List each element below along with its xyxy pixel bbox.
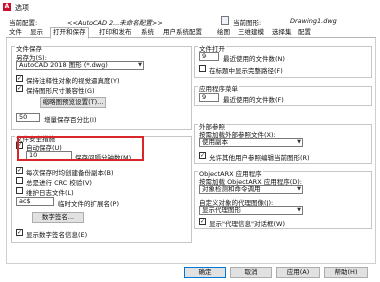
temp-extension-label: 临时文件的扩展名(P) <box>58 200 119 208</box>
chevron-down-icon: ▼ <box>297 139 301 145</box>
incremental-save-input[interactable]: 50 <box>16 113 40 122</box>
show-signature-label: 显示数字签名信息(E) <box>26 231 88 239</box>
apply-button[interactable]: 应用(A) <box>276 267 320 278</box>
proxy-image-select[interactable]: 显示代理图形 ▼ <box>199 206 303 215</box>
keep-annotative-checkbox[interactable]: ✓ <box>16 75 23 82</box>
proxy-image-value: 显示代理图形 <box>202 206 241 214</box>
help-button[interactable]: 帮助(H) <box>324 267 368 278</box>
maintain-size-checkbox[interactable]: ✓ <box>16 85 23 92</box>
backup-copy-checkbox[interactable]: ✓ <box>16 167 23 174</box>
tab-selection[interactable]: 选择集 <box>272 28 292 38</box>
objectarx-demand-select[interactable]: 对象检测和命令调用 ▼ <box>199 185 303 194</box>
window-title: 选项 <box>15 4 29 12</box>
tab-profiles[interactable]: 配置 <box>298 28 311 38</box>
show-proxy-info-checkbox[interactable]: ✓ <box>199 218 206 225</box>
objectarx-demand-value: 对象检测和命令调用 <box>202 185 261 193</box>
application-menu-title: 应用程序菜单 <box>198 83 239 93</box>
autosave-highlight-box <box>17 136 144 161</box>
chevron-down-icon: ▼ <box>138 62 142 68</box>
options-tab-strip: 文件 显示 打开和保存 打印和发布 系统 用户系统配置 绘图 三维建模 选择集 … <box>6 27 376 39</box>
allow-xref-edit-checkbox[interactable]: ✓ <box>199 152 206 159</box>
backup-copy-label: 每次保存时均创建备份副本(B) <box>26 169 114 177</box>
saveas-format-select[interactable]: AutoCAD 2018 图形 (*.dwg) ▼ <box>16 61 144 70</box>
chevron-down-icon: ▼ <box>297 207 301 213</box>
tab-display[interactable]: 显示 <box>30 28 43 38</box>
thumbnail-settings-button[interactable]: 缩略图预览设置(T)... <box>40 97 106 108</box>
tab-user-preferences[interactable]: 用户系统配置 <box>163 28 202 38</box>
show-signature-checkbox[interactable]: ✓ <box>16 229 23 236</box>
current-drawing-value: Drawing1.dwg <box>290 17 337 25</box>
application-menu-group: 应用程序菜单 9 最近使用的文件数(F) <box>194 83 372 106</box>
objectarx-group: ObjectARX 应用程序 按需加载 ObjectARX 应用程序(D): 对… <box>194 168 372 229</box>
show-proxy-info-label: 显示"代理信息"对话框(W) <box>209 220 285 228</box>
recent-files-input[interactable]: 9 <box>199 52 219 61</box>
ok-button[interactable]: 确定 <box>184 267 226 278</box>
keep-annotative-label: 保持注释性对象的视觉逼真度(Y) <box>26 77 120 85</box>
xref-demand-value: 使用副本 <box>202 138 228 146</box>
crc-check-label: 总是进行 CRC 校验(V) <box>26 179 92 187</box>
current-profile-value: <<AutoCAD 2...未命名配置>> <box>67 19 163 27</box>
full-path-label: 在标题中显示完整路径(F) <box>209 67 283 75</box>
tab-system[interactable]: 系统 <box>141 28 154 38</box>
chevron-down-icon: ▼ <box>297 186 301 192</box>
full-path-checkbox[interactable] <box>199 65 206 72</box>
open-and-save-panel: 文件保存 另存为(S): AutoCAD 2018 图形 (*.dwg) ▼ ✓… <box>6 38 376 264</box>
maintain-size-label: 保持图形尺寸兼容性(G) <box>26 87 95 95</box>
crc-check-checkbox[interactable] <box>16 177 23 184</box>
saveas-format-value: AutoCAD 2018 图形 (*.dwg) <box>19 61 108 69</box>
autocad-app-icon: A <box>3 3 11 11</box>
digital-signature-button[interactable]: 数字签名... <box>32 212 84 223</box>
tab-3d-modeling[interactable]: 三维建模 <box>238 28 264 38</box>
temp-extension-input[interactable]: ac$ <box>16 197 54 206</box>
recent-files-label: 最近使用的文件数(N) <box>223 55 285 63</box>
tab-drafting[interactable]: 绘图 <box>217 28 230 38</box>
allow-xref-edit-label: 允许其他用户参照编辑当前图形(R) <box>209 154 310 162</box>
xref-demand-select[interactable]: 使用副本 ▼ <box>199 138 303 147</box>
menu-recent-files-label: 最近使用的文件数(F) <box>223 96 284 104</box>
file-open-group: 文件打开 9 最近使用的文件数(N) 在标题中显示完整路径(F) <box>194 43 372 78</box>
menu-recent-files-input[interactable]: 9 <box>199 93 219 102</box>
title-bar: A 选项 <box>0 0 380 15</box>
tab-files[interactable]: 文件 <box>9 28 22 38</box>
file-save-group: 文件保存 另存为(S): AutoCAD 2018 图形 (*.dwg) ▼ ✓… <box>11 43 192 130</box>
log-file-checkbox[interactable] <box>16 187 23 194</box>
cancel-button[interactable]: 取消 <box>230 267 272 278</box>
drawing-file-icon <box>221 16 229 25</box>
tab-plot-and-publish[interactable]: 打印和发布 <box>99 28 132 38</box>
incremental-save-label: 增量保存百分比(I) <box>44 116 97 124</box>
current-drawing-label: 当前图形: <box>233 19 262 27</box>
xref-group: 外部参照 按需加载外部参照文件(X): 使用副本 ▼ ✓ 允许其他用户参照编辑当… <box>194 121 372 164</box>
current-profile-label: 当前配置: <box>9 19 38 27</box>
log-file-label: 维护日志文件(L) <box>26 189 74 197</box>
